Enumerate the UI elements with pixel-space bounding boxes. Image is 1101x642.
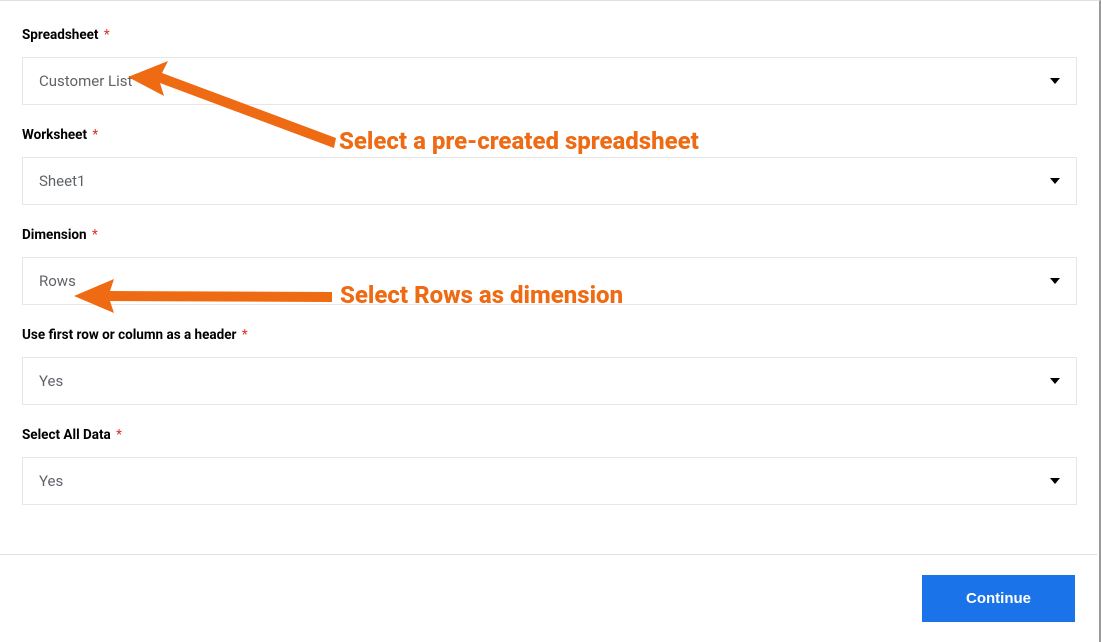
label-select-all: Select All Data * (22, 427, 1077, 443)
required-marker: * (92, 227, 98, 243)
caret-down-icon (1050, 78, 1060, 84)
caret-down-icon (1050, 478, 1060, 484)
required-marker: * (92, 127, 98, 143)
select-worksheet-value: Sheet1 (39, 172, 1050, 190)
select-dimension[interactable]: Rows (22, 257, 1077, 305)
required-marker: * (104, 27, 110, 43)
field-header: Use first row or column as a header * Ye… (22, 327, 1077, 405)
label-select-all-text: Select All Data (22, 427, 111, 443)
label-worksheet-text: Worksheet (22, 127, 87, 143)
field-select-all: Select All Data * Yes (22, 427, 1077, 505)
select-header[interactable]: Yes (22, 357, 1077, 405)
select-spreadsheet[interactable]: Customer List (22, 57, 1077, 105)
caret-down-icon (1050, 178, 1060, 184)
form-container: Spreadsheet * Customer List Worksheet * … (0, 1, 1099, 505)
select-spreadsheet-value: Customer List (39, 72, 1050, 90)
label-header-text: Use first row or column as a header (22, 327, 236, 343)
caret-down-icon (1050, 378, 1060, 384)
required-marker: * (242, 327, 248, 343)
required-marker: * (116, 427, 122, 443)
caret-down-icon (1050, 278, 1060, 284)
field-dimension: Dimension * Rows (22, 227, 1077, 305)
footer: Continue (0, 554, 1097, 642)
continue-button[interactable]: Continue (922, 575, 1075, 622)
label-header: Use first row or column as a header * (22, 327, 1077, 343)
field-worksheet: Worksheet * Sheet1 (22, 127, 1077, 205)
label-dimension-text: Dimension (22, 227, 87, 243)
select-dimension-value: Rows (39, 272, 1050, 290)
label-worksheet: Worksheet * (22, 127, 1077, 143)
select-header-value: Yes (39, 372, 1050, 390)
select-worksheet[interactable]: Sheet1 (22, 157, 1077, 205)
field-spreadsheet: Spreadsheet * Customer List (22, 27, 1077, 105)
select-select-all-value: Yes (39, 472, 1050, 490)
label-spreadsheet-text: Spreadsheet (22, 27, 99, 43)
label-spreadsheet: Spreadsheet * (22, 27, 1077, 43)
label-dimension: Dimension * (22, 227, 1077, 243)
select-select-all[interactable]: Yes (22, 457, 1077, 505)
